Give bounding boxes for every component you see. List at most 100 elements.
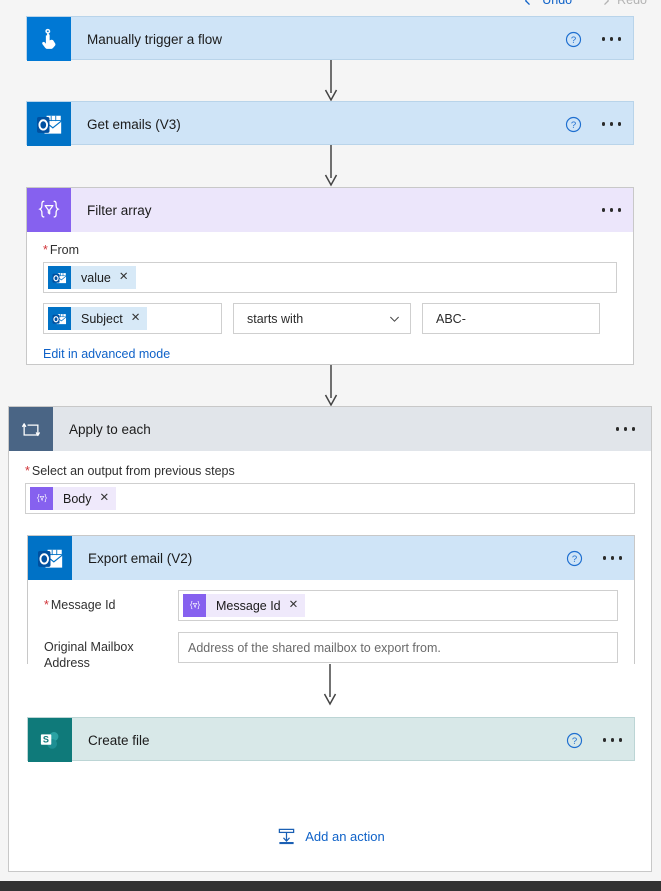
step-card-create-file[interactable]: S Create file ? <box>27 717 635 762</box>
help-circle-icon[interactable]: ? <box>566 550 583 567</box>
step-scope-apply-to-each[interactable]: Apply to each * Select an output from pre… <box>8 406 652 872</box>
undo-button[interactable]: Undo <box>523 0 572 7</box>
tap-finger-icon <box>27 17 71 61</box>
condition-left-input[interactable]: Subject ✕ <box>43 303 222 334</box>
required-asterisk: * <box>43 243 48 257</box>
token-message-id[interactable]: Message Id ✕ <box>183 594 306 617</box>
operator-value: starts with <box>247 311 304 326</box>
condition-value: ABC- <box>436 311 466 326</box>
insert-action-icon <box>278 828 295 845</box>
card-header: S Create file ? <box>28 718 634 762</box>
token-label: Subject ✕ <box>71 307 148 330</box>
help-circle-icon[interactable]: ? <box>566 732 583 749</box>
token-subject[interactable]: Subject ✕ <box>48 307 148 330</box>
scope-header-actions <box>614 407 638 451</box>
scope-header: Apply to each <box>9 407 651 451</box>
redo-label: Redo <box>617 0 647 7</box>
output-select-input[interactable]: Body ✕ <box>25 483 635 514</box>
chevron-down-icon <box>390 316 399 322</box>
connector-arrow <box>0 60 661 102</box>
flow-designer-canvas: Undo Redo Manually trigger a flow ? Get … <box>0 0 661 891</box>
original-mailbox-input[interactable]: Address of the shared mailbox to export … <box>178 632 618 663</box>
scope-title: Apply to each <box>69 421 151 437</box>
card-header-actions <box>600 188 624 232</box>
token-body[interactable]: Body ✕ <box>30 487 117 510</box>
step-card-export-email[interactable]: Export email (V2) ? * Message Id Message… <box>27 535 635 684</box>
svg-text:?: ? <box>570 35 575 46</box>
more-options-icon[interactable] <box>600 33 624 45</box>
from-input[interactable]: value ✕ <box>43 262 617 293</box>
remove-token-icon[interactable]: ✕ <box>100 492 110 505</box>
condition-operator-select[interactable]: starts with <box>233 303 411 334</box>
outlook-icon <box>28 536 72 580</box>
card-header: Manually trigger a flow ? <box>27 17 633 61</box>
card-header-actions: ? <box>566 718 625 762</box>
loop-icon <box>9 407 53 451</box>
svg-text:?: ? <box>570 120 575 131</box>
outlook-icon <box>48 307 71 330</box>
scope-body: * Select an output from previous steps Bo… <box>9 451 651 514</box>
step-title: Manually trigger a flow <box>87 31 223 47</box>
help-circle-icon[interactable]: ? <box>565 116 582 133</box>
svg-text:?: ? <box>571 554 576 565</box>
connector-arrow <box>0 145 661 187</box>
add-action-label: Add an action <box>305 829 385 844</box>
remove-token-icon[interactable]: ✕ <box>131 312 141 325</box>
undo-label: Undo <box>542 0 573 7</box>
card-header: Export email (V2) ? <box>28 536 634 580</box>
required-asterisk: * <box>44 598 49 612</box>
step-card-filter-array[interactable]: Filter array * From value ✕ Subject ✕ st… <box>26 187 634 365</box>
more-options-icon[interactable] <box>601 552 625 564</box>
message-id-label: * Message Id <box>44 598 116 612</box>
step-card-manual-trigger[interactable]: Manually trigger a flow ? <box>26 16 634 61</box>
card-header: Get emails (V3) ? <box>27 102 633 146</box>
outlook-icon <box>27 102 71 146</box>
filter-braces-icon <box>27 188 71 232</box>
help-circle-icon[interactable]: ? <box>565 31 582 48</box>
filter-braces-icon <box>30 487 53 510</box>
field-row-original-mailbox: Original Mailbox Address Address of the … <box>44 632 618 671</box>
filter-braces-icon <box>183 594 206 617</box>
step-title: Export email (V2) <box>88 550 193 566</box>
more-options-icon[interactable] <box>614 423 638 435</box>
more-options-icon[interactable] <box>601 734 625 746</box>
flow-toolbar: Undo Redo <box>0 0 661 9</box>
sharepoint-icon: S <box>28 718 72 762</box>
token-label: Message Id ✕ <box>206 594 306 617</box>
step-title: Create file <box>88 732 150 748</box>
card-header: Filter array <box>27 188 633 232</box>
token-label: value ✕ <box>71 266 136 289</box>
remove-token-icon[interactable]: ✕ <box>289 599 299 612</box>
svg-text:S: S <box>43 734 49 744</box>
more-options-icon[interactable] <box>600 204 624 216</box>
output-field-label: * Select an output from previous steps <box>25 464 235 478</box>
more-options-icon[interactable] <box>600 118 624 130</box>
token-label: Body ✕ <box>53 487 117 510</box>
remove-token-icon[interactable]: ✕ <box>119 271 129 284</box>
step-title: Filter array <box>87 202 152 218</box>
step-card-get-emails[interactable]: Get emails (V3) ? <box>26 101 634 146</box>
condition-value-input[interactable]: ABC- <box>422 303 600 334</box>
placeholder-text: Address of the shared mailbox to export … <box>188 640 441 655</box>
card-header-actions: ? <box>565 102 624 146</box>
card-body: * From value ✕ Subject ✕ starts with ABC… <box>27 232 633 363</box>
card-header-actions: ? <box>566 536 625 580</box>
step-title: Get emails (V3) <box>87 116 181 132</box>
undo-arrow-icon <box>525 0 531 5</box>
connector-arrow <box>0 365 661 407</box>
edit-advanced-mode-link[interactable]: Edit in advanced mode <box>43 347 170 361</box>
required-asterisk: * <box>25 464 30 478</box>
card-body: * Message Id Message Id ✕ Original Mailb… <box>28 580 634 684</box>
redo-button[interactable]: Redo <box>598 0 647 7</box>
field-row-message-id: * Message Id Message Id ✕ <box>44 590 618 621</box>
original-mailbox-label: Original Mailbox Address <box>44 640 134 670</box>
token-value[interactable]: value ✕ <box>48 266 136 289</box>
svg-text:?: ? <box>571 736 576 747</box>
redo-arrow-icon <box>604 0 610 5</box>
card-header-actions: ? <box>565 17 624 61</box>
message-id-input[interactable]: Message Id ✕ <box>178 590 618 621</box>
bottom-edge-strip <box>0 881 661 891</box>
add-an-action-button[interactable]: Add an action <box>9 827 653 846</box>
outlook-icon <box>48 266 71 289</box>
filter-condition-row: Subject ✕ starts with ABC- <box>43 303 617 334</box>
